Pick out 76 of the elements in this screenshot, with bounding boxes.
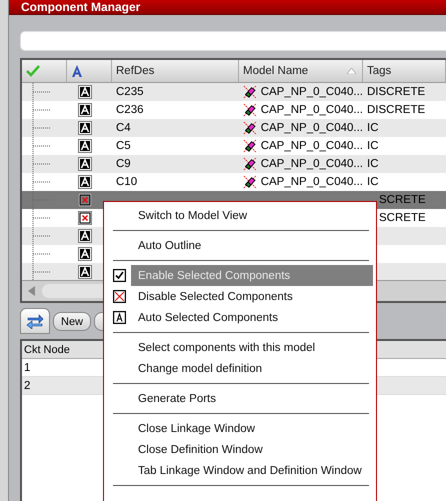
tree-line-icon bbox=[32, 209, 52, 227]
menu-item[interactable]: Auto Outline bbox=[131, 235, 373, 256]
capacitor-model-icon bbox=[243, 174, 257, 190]
check-icon bbox=[26, 65, 40, 77]
capacitor-model-icon bbox=[243, 156, 257, 172]
table-cell: C4 bbox=[116, 122, 131, 134]
table-cell: IC bbox=[367, 158, 378, 170]
auto-status-icon bbox=[78, 121, 92, 135]
window-title: Component Manager bbox=[21, 0, 140, 14]
sync-button[interactable] bbox=[20, 308, 50, 334]
table-cell: IC bbox=[367, 140, 378, 152]
table-cell: 1 bbox=[24, 362, 30, 374]
menu-item[interactable]: Change model definition bbox=[131, 358, 373, 379]
table-cell: SCRETE bbox=[379, 212, 426, 224]
table-cell: CAP_NP_0_C040... bbox=[260, 140, 363, 152]
column-header[interactable]: Model Name bbox=[239, 60, 363, 82]
tree-line-icon bbox=[32, 119, 52, 137]
tree-line-icon bbox=[32, 83, 52, 101]
table-cell: SCRETE bbox=[379, 194, 426, 206]
scroll-left-icon[interactable] bbox=[28, 286, 36, 296]
capacitor-model-icon bbox=[243, 102, 257, 118]
menu-item[interactable]: Disable Selected Components bbox=[131, 286, 373, 307]
tree-line-icon bbox=[32, 263, 52, 280]
auto-status-icon bbox=[78, 103, 92, 117]
capacitor-model-icon bbox=[243, 138, 257, 154]
table-cell: IC bbox=[367, 122, 378, 134]
auto-status-icon bbox=[78, 175, 92, 189]
column-header[interactable]: Tags bbox=[363, 60, 446, 82]
table-cell: C235 bbox=[116, 86, 144, 98]
menu-item[interactable]: Close Definition Window bbox=[131, 439, 373, 460]
tree-line-icon bbox=[32, 173, 52, 191]
tree-line-icon bbox=[32, 155, 52, 173]
table-cell: CAP_NP_0_C040... bbox=[260, 122, 363, 134]
tree-line-icon bbox=[32, 101, 52, 119]
table-cell: C5 bbox=[116, 140, 131, 152]
tree-line-icon bbox=[32, 137, 52, 155]
tree-line-icon bbox=[32, 227, 52, 245]
tree-line-icon bbox=[32, 245, 52, 263]
auto-status-icon bbox=[78, 139, 92, 153]
letter-a-icon bbox=[71, 65, 83, 77]
auto-status-icon bbox=[78, 157, 92, 171]
table-cell: DISCRETE bbox=[367, 104, 426, 116]
cross-box-icon bbox=[112, 290, 126, 303]
auto-status-icon bbox=[78, 229, 92, 243]
menu-item[interactable]: Select components with this model bbox=[131, 337, 373, 358]
auto-status-icon bbox=[78, 85, 92, 99]
sort-ascending-icon bbox=[347, 68, 356, 74]
table-row[interactable]: C235 CAP_NP_0_C040... DISCRETE bbox=[22, 83, 446, 101]
menu-item[interactable]: Generate Ports bbox=[131, 388, 373, 409]
table-cell: CAP_NP_0_C040... bbox=[260, 176, 363, 188]
disabled-status-icon bbox=[78, 193, 92, 207]
column-header[interactable]: RefDes bbox=[112, 60, 239, 82]
search-field[interactable] bbox=[20, 31, 446, 51]
table-cell: CAP_NP_0_C040... bbox=[260, 158, 363, 170]
table-cell: IC bbox=[367, 176, 378, 188]
auto-status-icon bbox=[78, 265, 92, 279]
table-cell: C236 bbox=[116, 104, 144, 116]
swap-arrows-icon bbox=[26, 313, 44, 329]
table-cell: C10 bbox=[116, 176, 138, 188]
capacitor-model-icon bbox=[243, 84, 257, 100]
column-header[interactable]: Ckt Node bbox=[24, 344, 70, 356]
menu-item[interactable]: Tab Linkage Window and Definition Window bbox=[131, 460, 373, 481]
tree-line-icon bbox=[32, 191, 52, 209]
table-cell: CAP_NP_0_C040... bbox=[260, 104, 363, 116]
capacitor-model-icon bbox=[243, 120, 257, 136]
new-button[interactable]: New bbox=[53, 312, 92, 331]
menu-item[interactable]: Auto Selected Components bbox=[131, 307, 373, 328]
letter-a-box-icon bbox=[112, 311, 126, 324]
menu-item[interactable]: Close Linkage Window bbox=[131, 418, 373, 439]
table-cell: 2 bbox=[24, 380, 30, 392]
table-cell: DISCRETE bbox=[367, 86, 426, 98]
table-cell: CAP_NP_0_C040... bbox=[260, 86, 363, 98]
table-cell: C9 bbox=[116, 158, 131, 170]
checkbox-icon bbox=[112, 269, 126, 282]
table-row[interactable]: C9 CAP_NP_0_C040... IC bbox=[22, 155, 446, 173]
table-row[interactable]: C4 CAP_NP_0_C040... IC bbox=[22, 119, 446, 137]
